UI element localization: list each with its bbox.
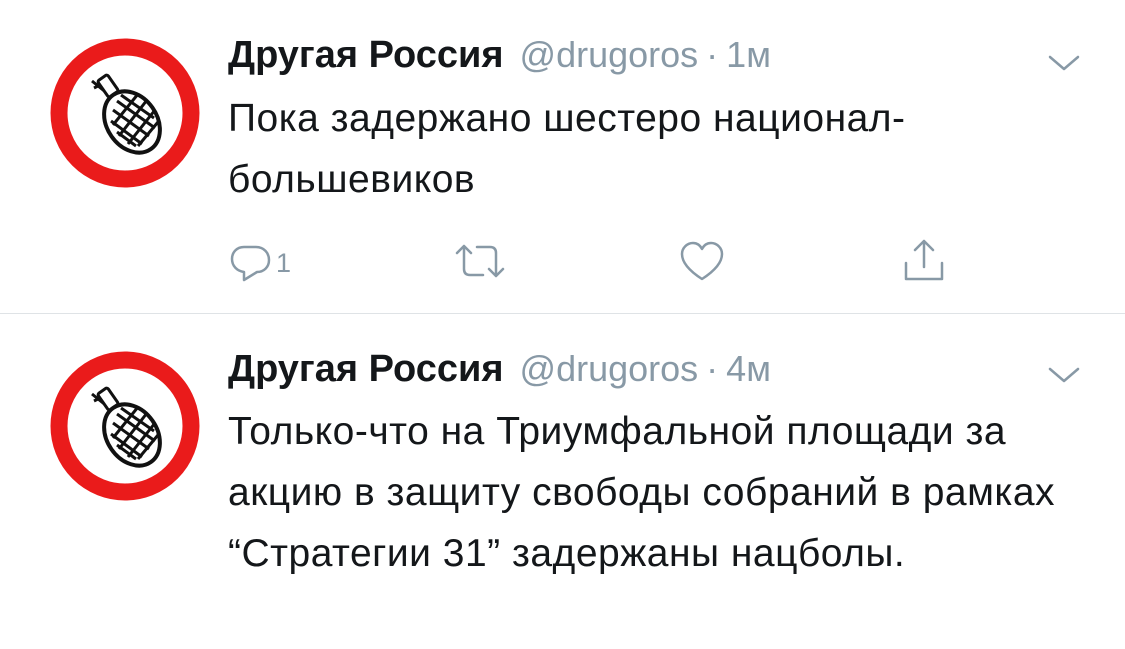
share-button[interactable] bbox=[900, 236, 948, 286]
avatar[interactable] bbox=[50, 38, 200, 188]
tweet-text: Пока задержано шестеро национал-большеви… bbox=[228, 97, 906, 201]
separator: · bbox=[706, 348, 719, 389]
author-handle[interactable]: @drugoros bbox=[520, 348, 699, 390]
tweet-text: Только-что на Триумфальной площади за ак… bbox=[228, 410, 1056, 575]
reply-icon bbox=[230, 245, 271, 282]
tweet[interactable]: Другая Россия @drugoros · 4м Только-что … bbox=[0, 314, 1125, 649]
retweet-button[interactable] bbox=[452, 236, 508, 286]
timestamp[interactable]: 4м bbox=[726, 348, 771, 390]
tweet[interactable]: Другая Россия @drugoros · 1м Пока задерж… bbox=[0, 0, 1125, 313]
timestamp[interactable]: 1м bbox=[726, 34, 771, 76]
chevron-down-icon[interactable] bbox=[1047, 52, 1081, 74]
reply-count: 1 bbox=[276, 247, 292, 278]
tweet-header: Другая Россия @drugoros · 1м bbox=[228, 34, 771, 86]
retweet-icon bbox=[455, 244, 505, 278]
chevron-down-icon[interactable] bbox=[1047, 364, 1081, 386]
heart-icon bbox=[680, 241, 724, 281]
author-name[interactable]: Другая Россия bbox=[228, 34, 504, 77]
like-button[interactable] bbox=[678, 236, 726, 286]
separator: · bbox=[706, 34, 719, 75]
avatar[interactable] bbox=[50, 351, 200, 501]
author-handle[interactable]: @drugoros bbox=[520, 34, 699, 76]
share-icon bbox=[904, 239, 944, 281]
reply-button[interactable]: 1 bbox=[228, 236, 291, 286]
author-name[interactable]: Другая Россия bbox=[228, 348, 504, 391]
tweet-header: Другая Россия @drugoros · 4м bbox=[228, 348, 771, 400]
